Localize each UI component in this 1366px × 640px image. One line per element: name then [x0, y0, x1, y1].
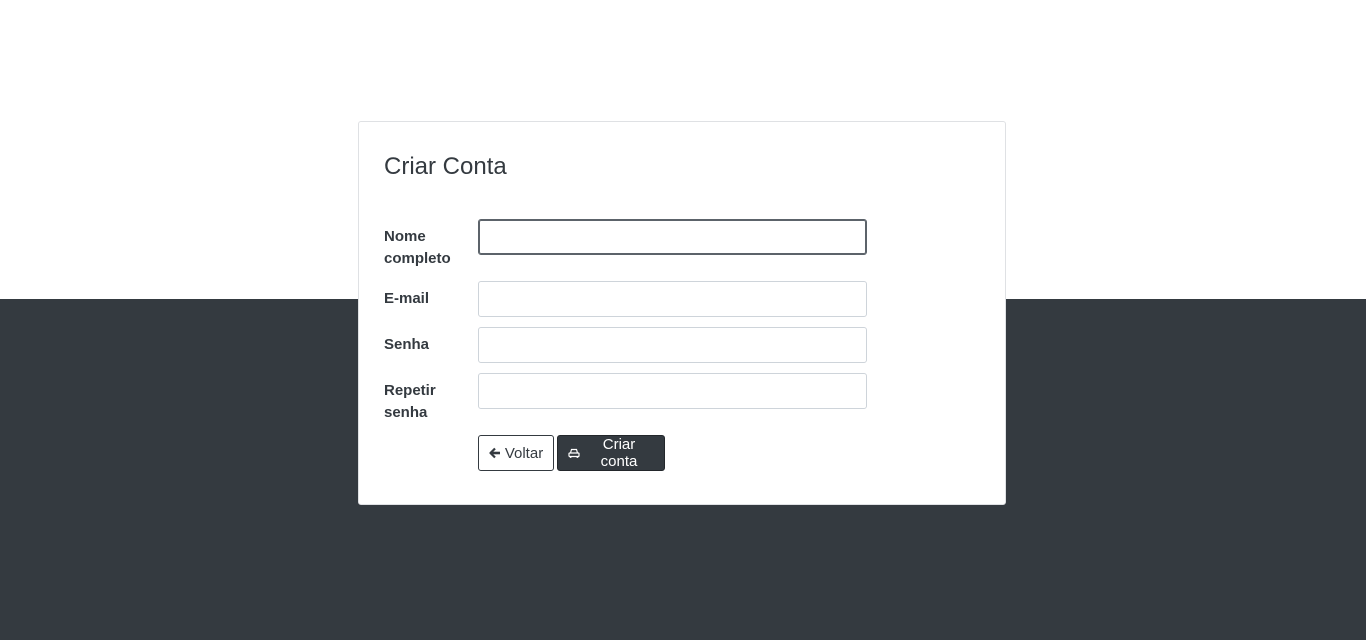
full-name-label: Nome completo [384, 226, 474, 270]
create-account-card: Criar Conta Nome completo E-mail Senha R… [358, 121, 1006, 505]
password-input[interactable] [478, 327, 867, 363]
repeat-password-label-line1: Repetir [384, 382, 436, 399]
repeat-password-label-line2: senha [384, 404, 428, 421]
create-account-button-label: Criar conta [600, 436, 638, 470]
repeat-password-label: Repetir senha [384, 380, 474, 424]
email-input[interactable] [478, 281, 867, 317]
full-name-input[interactable] [478, 219, 867, 255]
back-button[interactable]: Voltar [478, 435, 554, 471]
email-label: E-mail [384, 290, 430, 307]
full-name-label-line2: completo [384, 250, 451, 267]
repeat-password-input[interactable] [478, 373, 867, 409]
car-icon [568, 447, 580, 459]
create-account-button[interactable]: Criar conta [557, 435, 665, 471]
full-name-label-line1: Nome [384, 228, 426, 245]
back-button-label: Voltar [504, 444, 544, 462]
password-label: Senha [384, 336, 430, 353]
card-title: Criar Conta [384, 153, 507, 180]
arrow-left-icon [489, 447, 501, 459]
page: Criar Conta Nome completo E-mail Senha R… [0, 0, 1366, 640]
